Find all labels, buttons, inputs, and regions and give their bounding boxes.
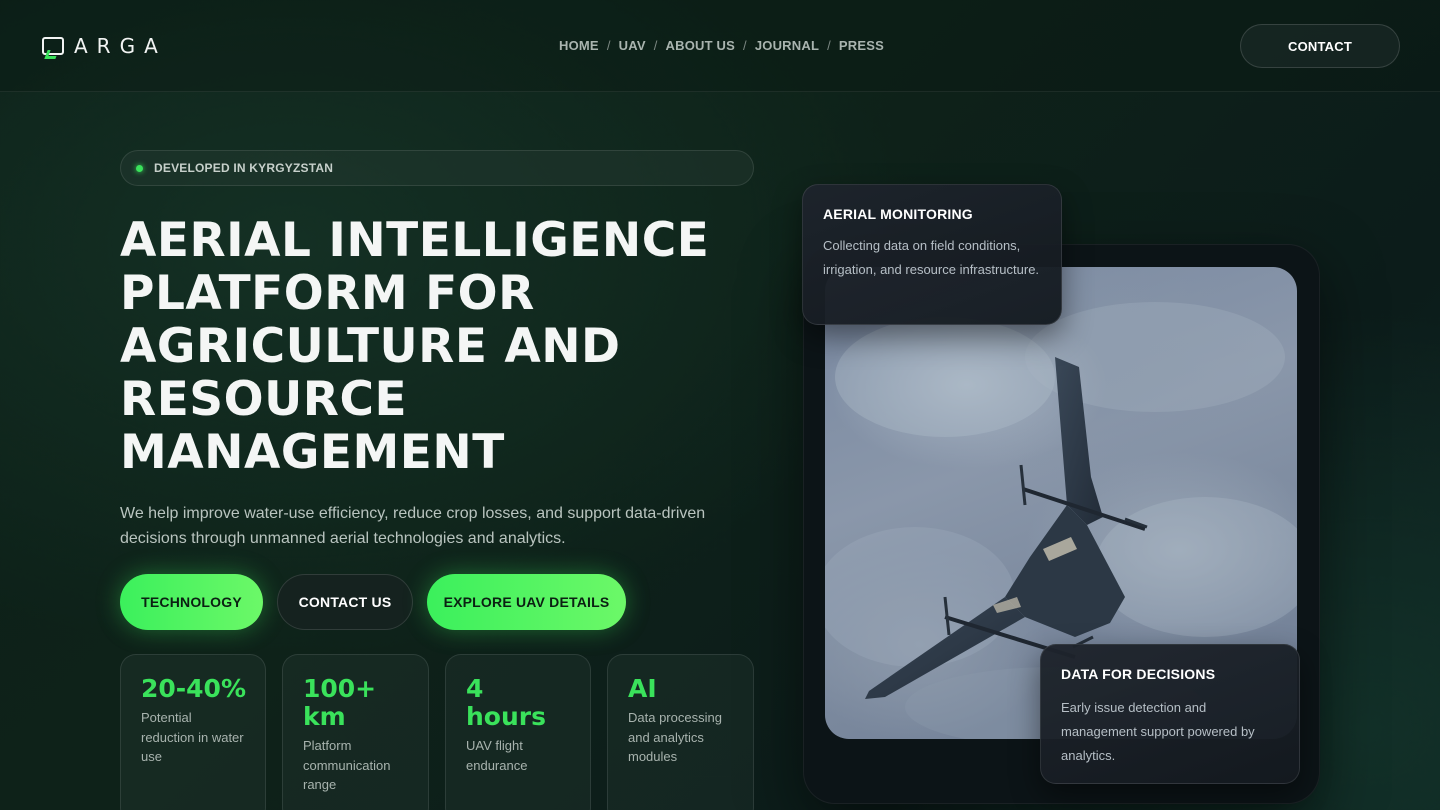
stat-value: 100+ km <box>303 674 377 731</box>
stat-card-endurance: 4 hours UAV flight endurance <box>445 654 591 810</box>
nav-separator: / <box>606 38 611 53</box>
contact-us-button[interactable]: CONTACT US <box>277 574 413 630</box>
nav-separator: / <box>653 38 658 53</box>
hero-description: We help improve water-use efficiency, re… <box>120 505 706 547</box>
stat-value: 20-40% <box>141 674 247 703</box>
hero-title-line: MANAGEMENT <box>120 425 505 480</box>
logo-text: ARGA <box>74 34 167 58</box>
data-for-decisions-card: DATA FOR DECISIONS Early issue detection… <box>1040 644 1300 784</box>
origin-badge-label: DEVELOPED IN KYRGYZSTAN <box>154 161 334 175</box>
stat-value: 4 hours <box>466 674 546 731</box>
card-text: Early issue detection and management sup… <box>1061 700 1255 763</box>
nav-about-us[interactable]: ABOUT US <box>666 38 736 53</box>
aerial-monitoring-card: AERIAL MONITORING Collecting data on fie… <box>802 184 1062 325</box>
stat-label: Potential reduction in water use <box>141 710 244 764</box>
logo-q-mark-icon <box>42 37 64 55</box>
main-nav: HOME / UAV / ABOUT US / JOURNAL / PRESS <box>559 38 884 53</box>
logo[interactable]: ARGA <box>42 34 167 58</box>
status-dot-icon <box>136 164 143 172</box>
hero-title-line: RESOURCE <box>120 372 408 427</box>
origin-badge: DEVELOPED IN KYRGYZSTAN <box>120 150 754 186</box>
header-contact-button[interactable]: CONTACT <box>1240 24 1400 68</box>
card-title: DATA FOR DECISIONS <box>1061 666 1216 682</box>
stat-label: UAV flight endurance <box>466 738 528 773</box>
logo-wrap: ARGA <box>42 34 167 58</box>
hero-title-line: AERIAL INTELLIGENCE <box>120 213 710 268</box>
hero-title-line: PLATFORM FOR <box>120 266 535 321</box>
stat-card-water: 20-40% Potential reduction in water use <box>120 654 266 810</box>
stat-card-range: 100+ km Platform communication range <box>282 654 429 810</box>
technology-button[interactable]: TECHNOLOGY <box>120 574 263 630</box>
nav-uav[interactable]: UAV <box>619 38 646 53</box>
nav-separator: / <box>743 38 747 53</box>
nav-separator: / <box>827 38 831 53</box>
hero-title: AERIAL INTELLIGENCE PLATFORM FOR AGRICUL… <box>120 214 760 479</box>
stat-value: AI <box>628 674 657 703</box>
explore-uav-button[interactable]: EXPLORE UAV DETAILS <box>427 574 626 630</box>
card-text: Collecting data on field conditions, irr… <box>823 238 1040 277</box>
site-header: ARGA HOME / UAV / ABOUT US / JOURNAL / P… <box>0 0 1440 92</box>
stat-card-ai: AI Data processing and analytics modules <box>607 654 754 810</box>
nav-journal[interactable]: JOURNAL <box>755 38 819 53</box>
nav-press[interactable]: PRESS <box>839 38 884 53</box>
stat-label: Platform communication range <box>303 738 391 792</box>
stat-label: Data processing and analytics modules <box>628 710 722 764</box>
card-title: AERIAL MONITORING <box>823 206 973 222</box>
hero-title-line: AGRICULTURE AND <box>120 319 621 374</box>
nav-home[interactable]: HOME <box>559 38 599 53</box>
